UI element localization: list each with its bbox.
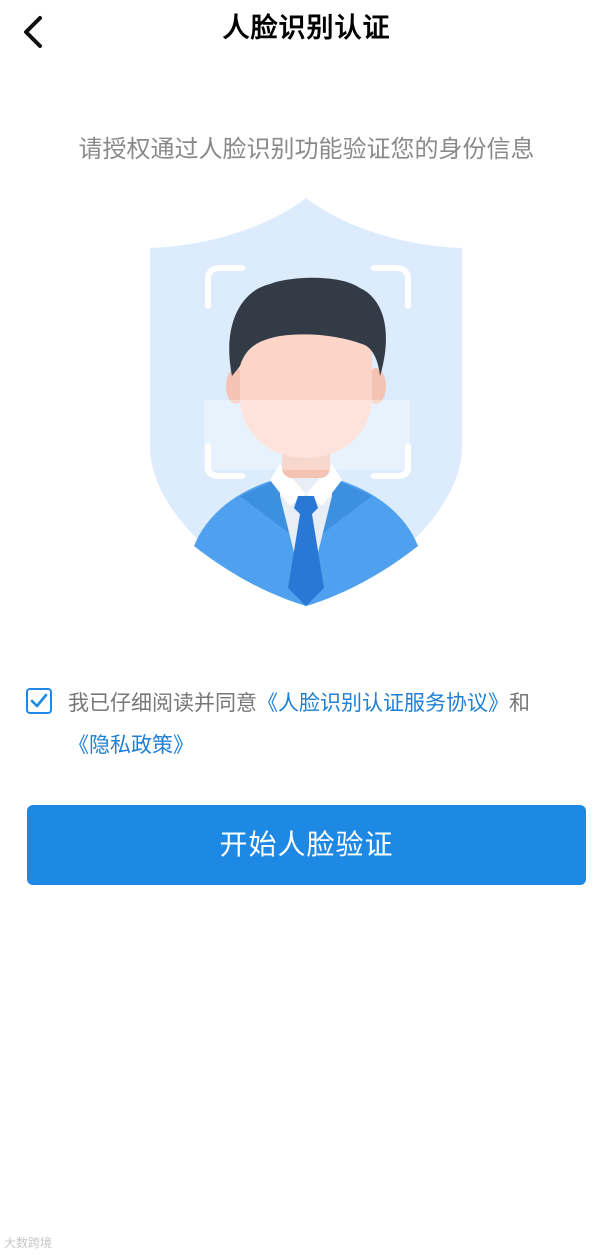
- watermark: 大数跨境: [4, 1236, 53, 1250]
- agreement-prefix: 我已仔细阅读并同意: [68, 691, 257, 715]
- agreement-conjunction: 和: [509, 691, 530, 715]
- start-face-verification-button[interactable]: 开始人脸验证: [27, 805, 586, 885]
- scan-band: [204, 400, 410, 470]
- agreement-checkbox[interactable]: [26, 688, 52, 714]
- header-bar: 人脸识别认证: [0, 0, 613, 60]
- service-agreement-link[interactable]: 《人脸识别认证服务协议》: [257, 691, 509, 715]
- agreement-section: 我已仔细阅读并同意《人脸识别认证服务协议》和 《隐私政策》: [26, 682, 586, 766]
- check-icon: [30, 693, 48, 708]
- face-shield-illustration: [130, 196, 482, 608]
- instruction-text: 请授权通过人脸识别功能验证您的身份信息: [78, 135, 535, 163]
- agreement-text: 我已仔细阅读并同意《人脸识别认证服务协议》和: [68, 682, 586, 724]
- privacy-policy-link[interactable]: 《隐私政策》: [68, 733, 194, 757]
- agreement-text-line2: 《隐私政策》: [68, 724, 586, 766]
- page-title: 人脸识别认证: [222, 13, 391, 44]
